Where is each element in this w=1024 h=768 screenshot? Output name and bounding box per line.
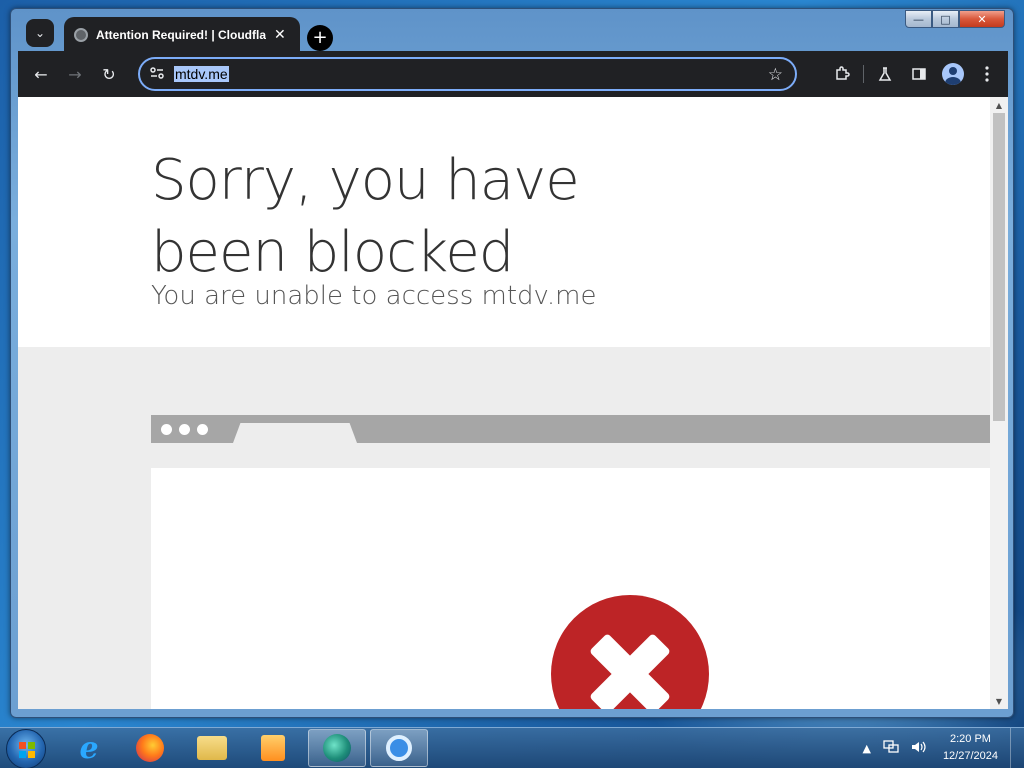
clock-date: 12/27/2024 xyxy=(942,750,998,762)
taskbar-clock[interactable]: 2:20 PM 12/27/2024 xyxy=(943,731,998,765)
magnifier-app-icon xyxy=(386,735,412,761)
page-content: Sorry, you have been blocked You are una… xyxy=(18,97,990,709)
illustration-dot xyxy=(179,424,190,435)
illustration-browser-bar xyxy=(151,415,990,443)
reload-icon: ↻ xyxy=(102,64,116,84)
browser-window: — □ ✕ ⌄ Attention Required! | Cloudflare… xyxy=(10,8,1014,718)
bookmark-star-icon[interactable]: ☆ xyxy=(768,65,783,85)
menu-icon[interactable] xyxy=(970,57,1004,91)
tab-search-button[interactable]: ⌄ xyxy=(26,19,54,47)
taskbar-media-player[interactable] xyxy=(244,729,302,767)
forward-button[interactable]: → xyxy=(58,57,92,91)
browser-toolbar: ← → ↻ mtdv.me ☆ xyxy=(18,51,1008,97)
browser-app-icon xyxy=(323,734,351,762)
network-icon[interactable] xyxy=(883,739,899,757)
globe-icon xyxy=(74,28,88,42)
toolbar-actions xyxy=(825,57,1008,91)
tab-close-button[interactable]: ✕ xyxy=(274,27,286,43)
taskbar: e ▲ 2:20 PM 12/27/2024 xyxy=(0,727,1024,768)
firefox-icon xyxy=(136,734,164,762)
taskbar-internet-explorer[interactable]: e xyxy=(60,729,118,767)
tab-title: Attention Required! | Cloudflare xyxy=(96,28,266,42)
page-subtitle: You are unable to access mtdv.me xyxy=(151,281,597,311)
illustration-tab xyxy=(233,423,357,443)
extensions-icon[interactable] xyxy=(825,57,859,91)
illustration-dot xyxy=(161,424,172,435)
tab-strip: ⌄ Attention Required! | Cloudflare ✕ + xyxy=(18,15,1008,53)
taskbar-firefox[interactable] xyxy=(121,729,179,767)
taskbar-search-app[interactable] xyxy=(370,729,428,767)
labs-icon[interactable] xyxy=(868,57,902,91)
avatar xyxy=(942,63,964,85)
reload-button[interactable]: ↻ xyxy=(92,57,126,91)
system-tray: ▲ 2:20 PM 12/27/2024 xyxy=(856,728,1024,768)
error-x-icon xyxy=(551,595,709,709)
media-player-icon xyxy=(261,735,285,761)
address-bar[interactable]: mtdv.me ☆ xyxy=(138,57,797,91)
hero-section: Sorry, you have been blocked You are una… xyxy=(18,97,990,347)
illustration-dot xyxy=(197,424,208,435)
arrow-right-icon: → xyxy=(68,64,82,84)
scroll-down-arrow-icon[interactable]: ▼ xyxy=(990,693,1008,709)
show-desktop-button[interactable] xyxy=(1010,728,1024,768)
tray-expand-icon[interactable]: ▲ xyxy=(862,742,870,755)
toolbar-divider xyxy=(863,65,864,83)
taskbar-edge-browser[interactable] xyxy=(308,729,366,767)
tab-active[interactable]: Attention Required! | Cloudflare ✕ xyxy=(64,17,300,53)
folder-icon xyxy=(197,736,227,760)
arrow-left-icon: ← xyxy=(34,64,48,84)
page-viewport: Sorry, you have been blocked You are una… xyxy=(18,97,1008,709)
volume-icon[interactable] xyxy=(911,740,927,757)
start-button[interactable] xyxy=(6,729,46,768)
vertical-scrollbar[interactable]: ▲ ▼ xyxy=(990,97,1008,709)
page-title: Sorry, you have been blocked xyxy=(151,148,580,285)
illustration-page xyxy=(151,468,990,709)
back-button[interactable]: ← xyxy=(24,57,58,91)
tune-icon[interactable] xyxy=(150,66,164,82)
clock-time: 2:20 PM xyxy=(949,733,991,745)
new-tab-button[interactable]: + xyxy=(307,25,333,51)
chevron-down-icon: ⌄ xyxy=(34,26,46,40)
profile-icon[interactable] xyxy=(936,57,970,91)
scroll-thumb[interactable] xyxy=(993,113,1005,421)
windows-logo-icon xyxy=(19,742,35,758)
side-panel-icon[interactable] xyxy=(902,57,936,91)
scroll-up-arrow-icon[interactable]: ▲ xyxy=(990,97,1008,113)
internet-explorer-icon: e xyxy=(79,730,99,766)
url-text[interactable]: mtdv.me xyxy=(174,66,229,82)
taskbar-file-explorer[interactable] xyxy=(183,729,241,767)
